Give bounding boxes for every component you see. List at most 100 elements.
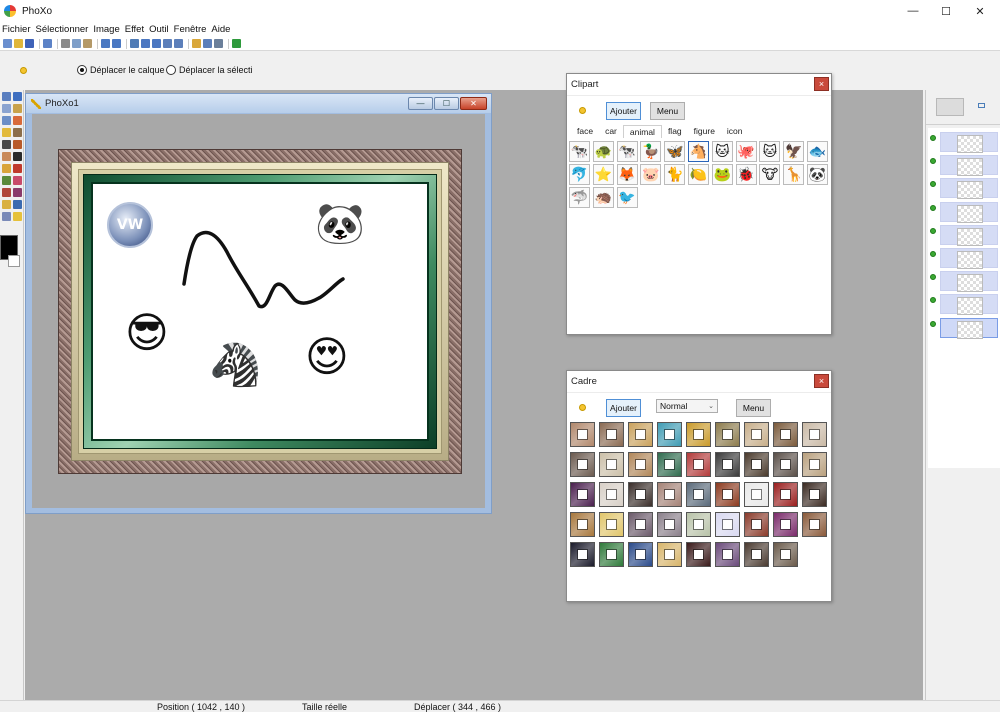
layer-row[interactable] [928,224,1000,246]
close-button[interactable]: ✕ [957,0,1000,22]
volkswagen-logo[interactable]: VW [107,202,153,248]
frame-item[interactable] [599,422,624,447]
image-canvas[interactable]: VW 🐼 😎 🦓 😍 [93,184,427,439]
clipart-item[interactable]: 🐦 [616,187,638,208]
frame-item[interactable] [744,452,769,477]
frame-item[interactable] [773,542,798,567]
frame-item[interactable] [628,422,653,447]
brush-stroke[interactable] [177,224,347,314]
layer-window-icon[interactable] [978,103,985,108]
move-tool-icon[interactable] [2,92,11,101]
clipart-item[interactable]: 🐸 [711,164,733,185]
clipart-item[interactable]: 🦅 [783,141,805,162]
eraser-tool-icon[interactable] [2,152,11,161]
document-close-button[interactable]: ✕ [460,97,487,110]
layer-row[interactable] [928,201,1000,223]
clipart-menu-button[interactable]: Menu [650,102,685,120]
new-icon[interactable] [3,39,12,48]
clipart-item[interactable]: 🐴 [688,141,709,162]
layer-visibility-icon[interactable] [930,297,936,304]
frame-item[interactable] [570,452,595,477]
clipart-item[interactable]: 🍋 [688,164,709,185]
clipart-item[interactable]: 🐈 [664,164,686,185]
tab-car[interactable]: car [599,125,623,138]
fill-tool-icon[interactable] [2,164,11,173]
document-window[interactable]: PhoXo1 — ☐ ✕ VW 🐼 😎 🦓 😍 [25,93,492,514]
clipart-close-button[interactable]: × [814,77,829,91]
frame-item[interactable] [599,512,624,537]
smudge-tool-icon[interactable] [13,188,22,197]
move-layer-radio[interactable]: Déplacer le calque [77,65,165,75]
pan-icon[interactable] [192,39,201,48]
copy-icon[interactable] [72,39,81,48]
layer-visibility-icon[interactable] [930,181,936,188]
clipart-item[interactable]: 🦊 [616,164,638,185]
menu-selectionner[interactable]: Sélectionner [36,24,89,35]
frame-item[interactable] [570,422,595,447]
layer-row[interactable] [928,131,1000,153]
menu-aide[interactable]: Aide [211,24,230,35]
layer-row[interactable] [928,177,1000,200]
actual-size-icon[interactable] [174,39,183,48]
layer-row[interactable] [928,270,1000,293]
clipart-item[interactable]: 🦒 [783,164,805,185]
frame-item[interactable] [773,452,798,477]
cadre-add-button[interactable]: Ajouter [606,399,641,417]
redo-icon[interactable] [112,39,121,48]
frame-item[interactable] [686,512,711,537]
line-tool-icon[interactable] [13,200,22,209]
move-selection-radio[interactable]: Déplacer la sélecti [166,65,253,75]
tab-flag[interactable]: flag [662,125,688,138]
frame-item[interactable] [773,422,798,447]
gradient-tool-icon[interactable] [13,152,22,161]
menu-fenetre[interactable]: Fenêtre [174,24,207,35]
frame-item[interactable] [744,422,769,447]
frame-item[interactable] [686,542,711,567]
paste-icon[interactable] [83,39,92,48]
frame-item[interactable] [599,482,624,507]
tab-animal[interactable]: animal [622,125,662,138]
frame-item[interactable] [628,542,653,567]
cool-face-clipart[interactable]: 😎 [125,312,169,354]
clipart-item[interactable]: ⭐ [592,164,614,185]
frame-item[interactable] [802,452,827,477]
screen-icon[interactable] [214,39,223,48]
wand-tool-icon[interactable] [2,128,11,137]
undo-icon[interactable] [101,39,110,48]
open-icon[interactable] [14,39,23,48]
frame-item[interactable] [570,512,595,537]
layer-row[interactable] [928,247,1000,269]
frame-item[interactable] [628,512,653,537]
brush-tool-icon[interactable] [13,140,22,149]
clipart-item[interactable]: 🐼 [807,164,828,185]
frame-item[interactable] [773,512,798,537]
select-tool-icon[interactable] [13,92,22,101]
clipart-item[interactable]: 🐙 [735,141,757,162]
frame-item[interactable] [657,452,682,477]
frame-item[interactable] [744,482,769,507]
layer-visibility-icon[interactable] [930,274,936,281]
tab-face[interactable]: face [571,125,599,138]
frame-item[interactable] [657,512,682,537]
heart-eyes-clipart[interactable]: 😍 [305,336,349,378]
rotate-tool-icon[interactable] [13,116,22,125]
shape-tool-icon[interactable] [2,200,11,209]
zoom-out-icon[interactable] [152,39,161,48]
frame-item[interactable] [599,452,624,477]
frame-item[interactable] [686,452,711,477]
cut-icon[interactable] [61,39,70,48]
frame-item[interactable] [657,482,682,507]
frame-item[interactable] [715,542,740,567]
menu-effet[interactable]: Effet [125,24,144,35]
frame-item[interactable] [657,422,682,447]
frame-item[interactable] [773,482,798,507]
lasso-tool-icon[interactable] [2,104,11,113]
layer-visibility-icon[interactable] [930,135,936,141]
clipart-item[interactable]: 🐱 [759,141,781,162]
frame-item[interactable] [802,482,827,507]
clipart-item[interactable]: 🐷 [640,164,662,185]
frame-item[interactable] [570,482,595,507]
menu-fichier[interactable]: Fichier [2,24,31,35]
frame-item[interactable] [657,542,682,567]
layer-visibility-icon[interactable] [930,227,936,234]
